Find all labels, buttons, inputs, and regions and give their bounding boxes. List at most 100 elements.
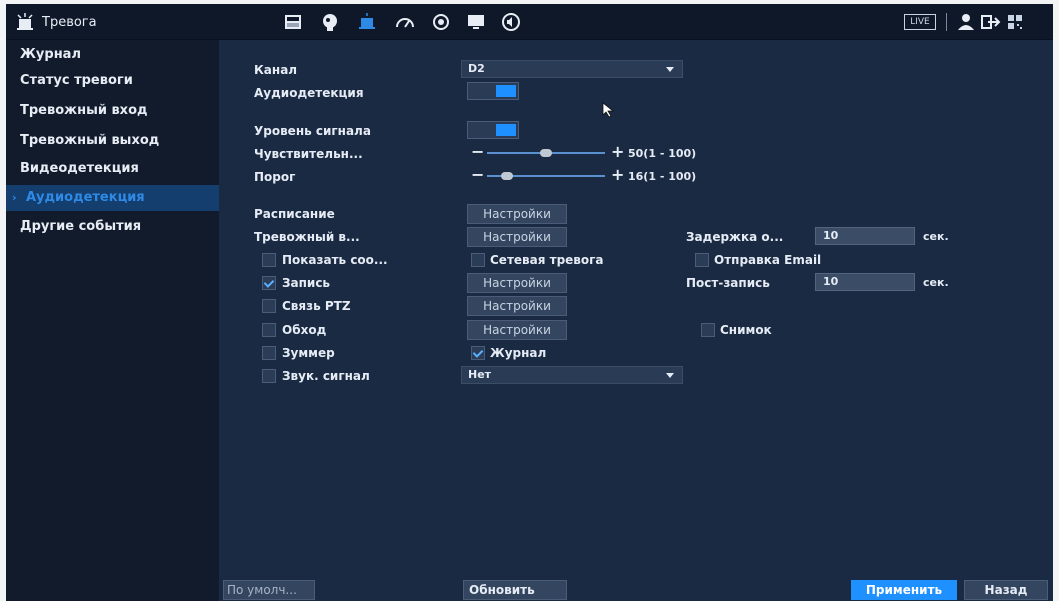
app-title-text: Тревога bbox=[42, 14, 97, 30]
live-label: LIVE bbox=[910, 17, 930, 27]
delay-label: Задержка о... bbox=[686, 230, 784, 244]
sensitivity-minus-button[interactable]: − bbox=[471, 144, 484, 160]
show-message-checkbox[interactable] bbox=[262, 253, 276, 267]
channel-label: Канал bbox=[254, 63, 298, 77]
sidebar: Журнал Статус тревоги Тревожный вход Тре… bbox=[6, 40, 219, 601]
threshold-slider-handle[interactable] bbox=[501, 172, 513, 180]
sensitivity-plus-button[interactable]: + bbox=[611, 144, 624, 160]
tour-settings-button[interactable]: Настройки bbox=[467, 320, 567, 340]
schedule-label: Расписание bbox=[254, 207, 335, 221]
button-label: Настройки bbox=[483, 230, 551, 244]
camera-icon[interactable] bbox=[282, 12, 304, 32]
monitor-icon[interactable] bbox=[465, 12, 487, 32]
target-icon[interactable] bbox=[430, 12, 452, 32]
sidebar-item-label: Тревожный вход bbox=[20, 103, 148, 118]
threshold-minus-button[interactable]: − bbox=[471, 167, 484, 183]
user-icon[interactable] bbox=[955, 12, 977, 32]
schedule-settings-button[interactable]: Настройки bbox=[467, 204, 567, 224]
show-message-label: Показать соо... bbox=[282, 253, 388, 267]
post-record-unit: сек. bbox=[923, 276, 949, 289]
buzzer-checkbox[interactable] bbox=[262, 346, 276, 360]
ptz-checkbox[interactable] bbox=[262, 299, 276, 313]
audio-detection-toggle[interactable] bbox=[467, 82, 519, 100]
back-button[interactable]: Назад bbox=[964, 580, 1048, 600]
send-email-checkbox[interactable] bbox=[695, 253, 709, 267]
signal-level-label: Уровень сигнала bbox=[254, 124, 371, 138]
snapshot-checkbox[interactable] bbox=[701, 323, 715, 337]
tour-label: Обход bbox=[282, 323, 327, 337]
sidebar-item-alarm-input[interactable]: Тревожный вход bbox=[6, 98, 219, 124]
threshold-value: 16(1 - 100) bbox=[628, 170, 697, 183]
audio-detection-label: Аудиодетекция bbox=[254, 86, 364, 100]
toggle-knob bbox=[496, 124, 516, 136]
gauge-icon[interactable] bbox=[394, 12, 416, 32]
sidebar-item-label: Журнал bbox=[20, 47, 81, 62]
default-button[interactable]: По умолч... bbox=[223, 580, 315, 600]
live-button[interactable]: LIVE bbox=[904, 14, 936, 30]
signal-level-toggle[interactable] bbox=[467, 121, 519, 139]
button-label: Настройки bbox=[483, 323, 551, 337]
app-title[interactable]: Тревога bbox=[16, 4, 97, 40]
delay-unit: сек. bbox=[923, 230, 949, 243]
button-label: Настройки bbox=[483, 207, 551, 221]
log-checkbox[interactable] bbox=[471, 346, 485, 360]
sidebar-item-alarm-output[interactable]: Тревожный выход bbox=[6, 128, 219, 154]
chevron-down-icon bbox=[666, 67, 674, 72]
send-email-label: Отправка Email bbox=[714, 253, 822, 267]
button-label: Настройки bbox=[483, 276, 551, 290]
log-label: Журнал bbox=[490, 346, 547, 360]
button-label: Назад bbox=[984, 583, 1028, 597]
button-label: По умолч... bbox=[227, 583, 297, 597]
network-alarm-checkbox[interactable] bbox=[471, 253, 485, 267]
alarm-out-label: Тревожный в... bbox=[254, 230, 360, 244]
alarm-icon[interactable] bbox=[356, 12, 378, 32]
network-alarm-label: Сетевая тревога bbox=[490, 253, 604, 267]
sidebar-item-alarm-status[interactable]: Статус тревоги bbox=[6, 68, 219, 94]
sensitivity-value: 50(1 - 100) bbox=[628, 147, 697, 160]
speaker-icon[interactable] bbox=[500, 12, 522, 32]
sidebar-item-label: Статус тревоги bbox=[20, 73, 133, 88]
qr-icon[interactable] bbox=[1006, 12, 1024, 32]
top-divider bbox=[946, 13, 947, 31]
sidebar-item-log[interactable]: Журнал bbox=[6, 42, 219, 68]
sidebar-item-label: Аудиодетекция bbox=[26, 190, 145, 205]
sound-checkbox[interactable] bbox=[262, 369, 276, 383]
logout-icon[interactable] bbox=[979, 12, 1001, 32]
sensitivity-slider-handle[interactable] bbox=[540, 149, 552, 157]
record-settings-button[interactable]: Настройки bbox=[467, 273, 567, 293]
apply-button[interactable]: Применить bbox=[851, 580, 957, 600]
bottom-bar: По умолч... Обновить Применить Назад bbox=[219, 580, 1053, 601]
button-label: Обновить bbox=[469, 583, 535, 597]
buzzer-label: Зуммер bbox=[282, 346, 335, 360]
sidebar-item-audio-detection[interactable]: › Аудиодетекция bbox=[6, 185, 219, 211]
channel-select[interactable]: D2 bbox=[461, 60, 683, 78]
post-record-value: 10 bbox=[823, 275, 839, 288]
tour-checkbox[interactable] bbox=[262, 323, 276, 337]
record-label: Запись bbox=[282, 276, 331, 290]
sidebar-item-label: Тревожный выход bbox=[20, 133, 160, 148]
post-record-input[interactable]: 10 bbox=[815, 273, 915, 291]
button-label: Применить bbox=[865, 583, 943, 597]
ptz-settings-button[interactable]: Настройки bbox=[467, 296, 567, 316]
app-window: Тревога LIVE Журнал Статус тревоги Трево… bbox=[6, 4, 1053, 601]
delay-input[interactable]: 10 bbox=[815, 227, 915, 245]
sidebar-item-video-detection[interactable]: Видеодетекция bbox=[6, 156, 219, 182]
refresh-button[interactable]: Обновить bbox=[463, 580, 567, 600]
alarm-out-settings-button[interactable]: Настройки bbox=[467, 227, 567, 247]
top-bar: Тревога LIVE bbox=[6, 4, 1053, 40]
chevron-right-icon: › bbox=[12, 191, 17, 204]
threshold-label: Порог bbox=[254, 170, 296, 184]
ptz-label: Связь PTZ bbox=[282, 299, 351, 313]
channel-value: D2 bbox=[468, 62, 485, 75]
sound-label: Звук. сигнал bbox=[282, 369, 370, 383]
record-checkbox[interactable] bbox=[262, 276, 276, 290]
threshold-plus-button[interactable]: + bbox=[611, 167, 624, 183]
face-icon[interactable] bbox=[319, 12, 341, 32]
sound-select[interactable]: Нет bbox=[461, 366, 683, 384]
snapshot-label: Снимок bbox=[720, 323, 772, 337]
sidebar-item-other-events[interactable]: Другие события bbox=[6, 214, 219, 240]
chevron-down-icon bbox=[666, 373, 674, 378]
alarm-title-icon bbox=[17, 13, 33, 30]
screenshot-root: Тревога LIVE Журнал Статус тревоги Трево… bbox=[0, 0, 1059, 601]
sidebar-item-label: Видеодетекция bbox=[20, 161, 139, 176]
